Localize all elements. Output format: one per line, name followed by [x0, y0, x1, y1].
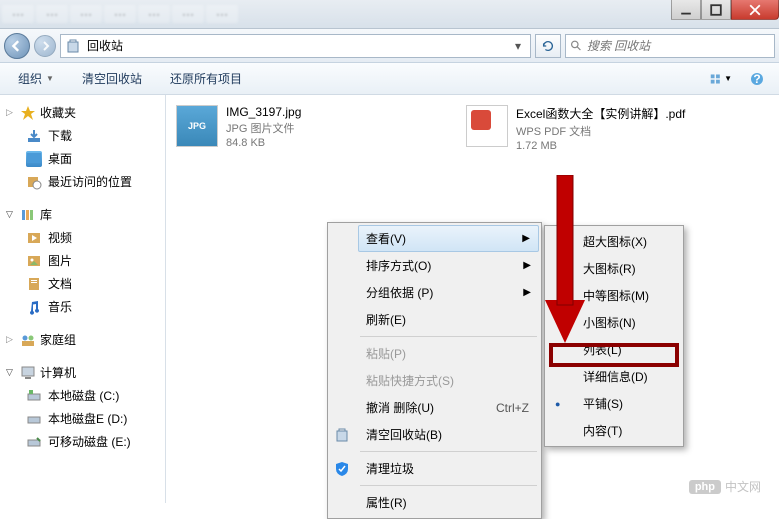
submenu-item-tiles[interactable]: 平铺(S) [575, 390, 681, 417]
shield-icon [334, 461, 350, 477]
download-icon [26, 128, 42, 144]
submenu-item-content[interactable]: 内容(T) [575, 417, 681, 444]
sidebar-libraries[interactable]: ▽ 库 [0, 203, 165, 226]
address-field[interactable]: 回收站 ▾ [60, 34, 531, 58]
file-name: IMG_3197.jpg [226, 105, 301, 119]
menu-separator [360, 485, 537, 486]
sidebar-item-pictures[interactable]: 图片 [0, 249, 165, 272]
file-type: WPS PDF 文档 [516, 123, 685, 139]
menu-item-paste: 粘贴(P) [358, 340, 539, 367]
sidebar-item-recent[interactable]: 最近访问的位置 [0, 170, 165, 193]
submenu-item-small-icons[interactable]: 小图标(N) [575, 309, 681, 336]
menu-item-sort[interactable]: 排序方式(O)▶ [358, 252, 539, 279]
search-icon [570, 39, 583, 53]
sidebar-item-documents[interactable]: 文档 [0, 272, 165, 295]
submenu-arrow-icon: ▶ [523, 260, 531, 271]
menu-item-empty-recycle[interactable]: 清空回收站(B) [358, 421, 539, 448]
hotkey-label: Ctrl+Z [496, 401, 529, 415]
submenu-item-medium-icons[interactable]: 中等图标(M) [575, 282, 681, 309]
navigation-pane: ▷ 收藏夹 下载 桌面 最近访问的位置 ▽ 库 视频 图片 文档 音乐 ▷ 家庭… [0, 95, 166, 503]
address-dropdown-icon[interactable]: ▾ [510, 39, 526, 53]
watermark-badge: php [689, 480, 721, 494]
toolbar: 组织▼ 清空回收站 还原所有项目 ▼ ? [0, 63, 779, 95]
library-icon [20, 207, 36, 223]
video-icon [26, 230, 42, 246]
view-options-button[interactable]: ▼ [709, 68, 733, 90]
removable-disk-icon [26, 434, 42, 450]
picture-icon [26, 253, 42, 269]
submenu-item-large-icons[interactable]: 大图标(R) [575, 255, 681, 282]
menu-item-groupby[interactable]: 分组依据 (P)▶ [358, 279, 539, 306]
context-menu: 查看(V)▶ 排序方式(O)▶ 分组依据 (P)▶ 刷新(E) 粘贴(P) 粘贴… [327, 222, 542, 519]
sidebar-homegroup[interactable]: ▷ 家庭组 [0, 328, 165, 351]
annotation-highlight-box [549, 343, 679, 367]
submenu-arrow-icon: ▶ [523, 287, 531, 298]
menu-item-refresh[interactable]: 刷新(E) [358, 306, 539, 333]
desktop-icon [26, 151, 42, 167]
sidebar-item-disk-c[interactable]: 本地磁盘 (C:) [0, 384, 165, 407]
file-size: 1.72 MB [516, 140, 685, 152]
submenu-item-xlarge-icons[interactable]: 超大图标(X) [575, 228, 681, 255]
watermark-text: 中文网 [725, 478, 761, 495]
chevron-down-icon: ▼ [46, 74, 54, 83]
maximize-button[interactable] [701, 0, 731, 20]
file-item[interactable]: JPG IMG_3197.jpg JPG 图片文件 84.8 KB [176, 105, 426, 149]
menu-item-view[interactable]: 查看(V)▶ [358, 225, 539, 252]
sidebar-item-downloads[interactable]: 下载 [0, 124, 165, 147]
organize-button[interactable]: 组织▼ [10, 66, 62, 91]
watermark: php 中文网 [689, 478, 761, 495]
sidebar-favorites[interactable]: ▷ 收藏夹 [0, 101, 165, 124]
sidebar-item-removable[interactable]: 可移动磁盘 (E:) [0, 430, 165, 453]
jpg-thumbnail-icon: JPG [176, 105, 218, 147]
menu-item-clean-junk[interactable]: 清理垃圾 [358, 455, 539, 482]
homegroup-icon [20, 332, 36, 348]
svg-text:?: ? [753, 72, 760, 86]
address-bar: 回收站 ▾ [0, 29, 779, 63]
restore-all-button[interactable]: 还原所有项目 [162, 66, 250, 91]
file-item[interactable]: Excel函数大全【实例讲解】.pdf WPS PDF 文档 1.72 MB [466, 105, 716, 152]
submenu-arrow-icon: ▶ [522, 233, 530, 244]
sidebar-item-disk-d[interactable]: 本地磁盘E (D:) [0, 407, 165, 430]
music-icon [26, 299, 42, 315]
disk-icon [26, 411, 42, 427]
menu-separator [360, 451, 537, 452]
menu-item-paste-shortcut: 粘贴快捷方式(S) [358, 367, 539, 394]
document-icon [26, 276, 42, 292]
annotation-arrow [545, 175, 585, 345]
recent-icon [26, 174, 42, 190]
menu-item-undo-delete[interactable]: 撤消 删除(U)Ctrl+Z [358, 394, 539, 421]
title-bar: ····················· [0, 0, 779, 29]
pdf-thumbnail-icon [466, 105, 508, 147]
computer-icon [20, 365, 36, 381]
file-type: JPG 图片文件 [226, 120, 301, 136]
star-icon [20, 105, 36, 121]
empty-recycle-button[interactable]: 清空回收站 [74, 66, 150, 91]
submenu-item-details[interactable]: 详细信息(D) [575, 363, 681, 390]
close-button[interactable] [731, 0, 779, 20]
minimize-button[interactable] [671, 0, 701, 20]
sidebar-item-videos[interactable]: 视频 [0, 226, 165, 249]
refresh-button[interactable] [535, 34, 561, 58]
disk-icon [26, 388, 42, 404]
recycle-bin-icon [65, 38, 81, 54]
search-field[interactable] [565, 34, 775, 58]
location-text: 回收站 [87, 37, 123, 54]
help-button[interactable]: ? [745, 68, 769, 90]
file-size: 84.8 KB [226, 137, 301, 149]
blurred-tabs: ····················· [2, 5, 238, 23]
back-button[interactable] [4, 33, 30, 59]
file-name: Excel函数大全【实例讲解】.pdf [516, 105, 685, 122]
sidebar-computer[interactable]: ▽ 计算机 [0, 361, 165, 384]
sidebar-item-desktop[interactable]: 桌面 [0, 147, 165, 170]
menu-separator [360, 336, 537, 337]
sidebar-item-music[interactable]: 音乐 [0, 295, 165, 318]
search-input[interactable] [587, 39, 770, 53]
recycle-bin-icon [334, 427, 350, 443]
forward-button[interactable] [34, 35, 56, 57]
